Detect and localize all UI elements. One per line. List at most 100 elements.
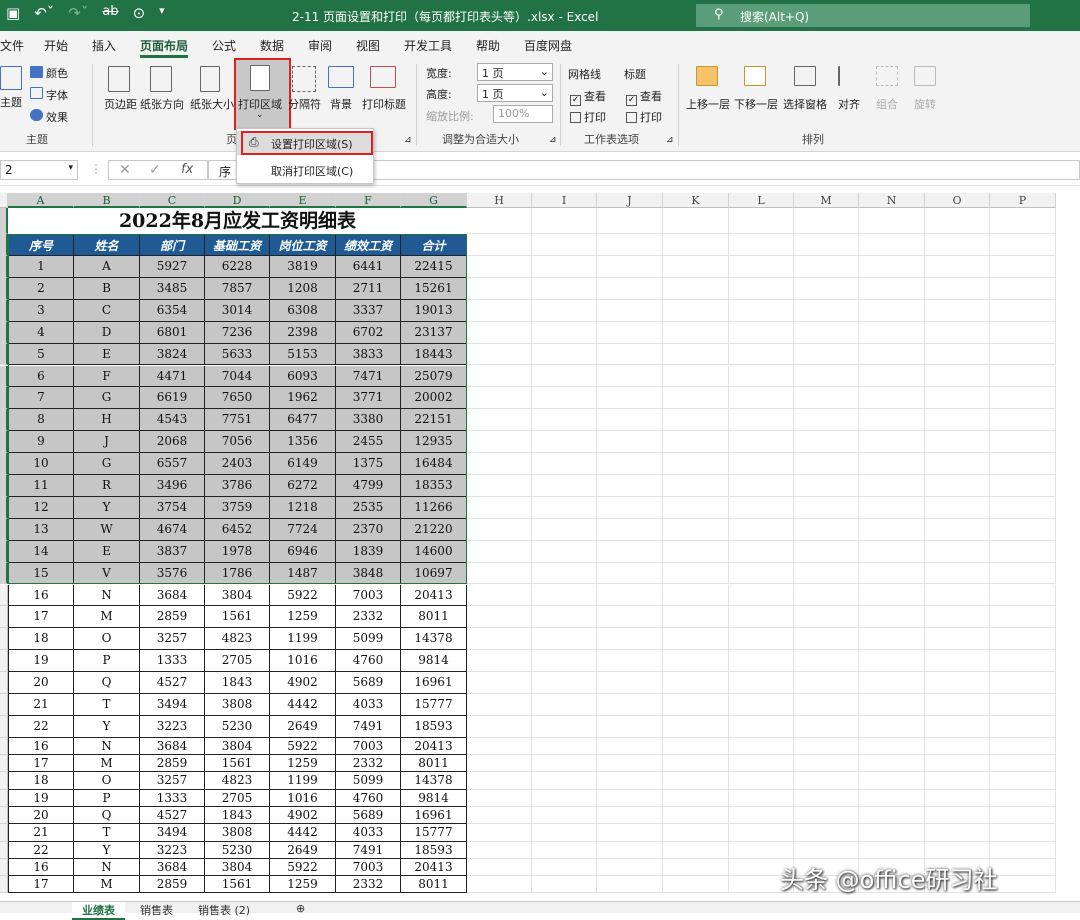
width-select[interactable]: 1 页 ⌄ [477, 63, 553, 81]
grid-cell[interactable] [532, 321, 597, 344]
table-cell[interactable]: 4033 [336, 694, 401, 716]
grid-cell[interactable] [663, 737, 729, 756]
grid-cell[interactable] [729, 628, 794, 651]
grid-cell[interactable] [925, 365, 990, 388]
column-header[interactable]: M [794, 193, 859, 208]
table-cell[interactable]: G [74, 387, 140, 410]
table-cell[interactable]: 3684 [140, 737, 205, 756]
grid-cell[interactable] [990, 321, 1056, 344]
grid-cell[interactable] [729, 650, 794, 673]
dialog-launcher-icon[interactable]: ⊿ [666, 135, 674, 145]
add-sheet-icon[interactable]: ⊕ [286, 902, 315, 915]
table-cell[interactable]: 18593 [401, 841, 467, 859]
table-cell[interactable]: 6 [8, 365, 74, 388]
table-cell[interactable]: 2455 [336, 431, 401, 454]
grid-cell[interactable] [467, 453, 532, 475]
grid-cell[interactable] [663, 755, 729, 773]
grid-cell[interactable] [532, 299, 597, 322]
table-cell[interactable]: 20413 [401, 737, 467, 756]
grid-cell[interactable] [663, 518, 729, 541]
grid-cell[interactable] [925, 518, 990, 541]
camera-icon[interactable]: ⊙ [133, 4, 146, 22]
align-button[interactable]: 对齐 [838, 96, 860, 112]
row-header[interactable] [0, 628, 8, 651]
grid-cell[interactable] [990, 672, 1056, 694]
table-cell[interactable]: 8011 [401, 876, 467, 894]
grid-cell[interactable] [532, 841, 597, 859]
table-cell[interactable]: F [74, 365, 140, 388]
table-cell[interactable]: 1259 [270, 606, 336, 629]
grid-cell[interactable] [794, 789, 859, 807]
grid-cell[interactable] [729, 475, 794, 497]
row-header[interactable] [0, 343, 8, 366]
row-header[interactable] [0, 841, 8, 859]
height-select[interactable]: 1 页 ⌄ [477, 84, 553, 102]
table-cell[interactable]: 16 [8, 858, 74, 877]
table-cell[interactable]: 2859 [140, 606, 205, 629]
grid-cell[interactable] [663, 234, 729, 256]
tab-developer[interactable]: 开发工具 [404, 37, 452, 54]
table-cell[interactable]: 22 [8, 715, 74, 738]
grid-cell[interactable] [467, 650, 532, 673]
grid-cell[interactable] [859, 277, 925, 300]
group-button[interactable]: 组合 [876, 96, 898, 112]
table-cell[interactable]: 14378 [401, 772, 467, 790]
table-cell[interactable]: 15 [8, 562, 74, 585]
table-cell[interactable]: 1356 [270, 431, 336, 454]
headings-view-checkbox[interactable]: ✓ 查看 [626, 88, 662, 106]
table-cell[interactable]: 2403 [205, 453, 270, 475]
grid-cell[interactable] [990, 858, 1056, 877]
table-cell[interactable]: P [74, 789, 140, 807]
grid-cell[interactable] [467, 672, 532, 694]
grid-cell[interactable] [663, 650, 729, 673]
grid-cell[interactable] [663, 387, 729, 410]
table-cell[interactable]: 2398 [270, 321, 336, 344]
grid-cell[interactable] [859, 755, 925, 773]
grid-cell[interactable] [990, 737, 1056, 756]
grid-cell[interactable] [597, 584, 663, 607]
worksheet-grid[interactable]: A B C D E F G H I J K L M N O P 序号 姓名 部门 基础工资 岗位工资 绩效工资 合计 1 A 59… [0, 193, 1080, 901]
grid-cell[interactable] [925, 496, 990, 519]
grid-cell[interactable] [729, 737, 794, 756]
table-cell[interactable]: 6801 [140, 321, 205, 344]
sheet-tab-sales[interactable]: 销售表 [130, 902, 183, 918]
grid-cell[interactable] [859, 409, 925, 432]
table-cell[interactable]: 7471 [336, 365, 401, 388]
grid-cell[interactable] [794, 453, 859, 475]
grid-cell[interactable] [729, 694, 794, 716]
grid-cell[interactable] [663, 824, 729, 842]
table-cell[interactable]: 20413 [401, 584, 467, 607]
table-cell[interactable]: 1962 [270, 387, 336, 410]
row-header[interactable] [0, 824, 8, 842]
grid-cell[interactable] [859, 715, 925, 738]
table-cell[interactable]: 21 [8, 694, 74, 716]
grid-cell[interactable] [663, 365, 729, 388]
table-cell[interactable]: 3 [8, 299, 74, 322]
grid-cell[interactable] [729, 496, 794, 519]
grid-cell[interactable] [859, 496, 925, 519]
grid-cell[interactable] [467, 234, 532, 256]
table-cell[interactable]: 4760 [336, 650, 401, 673]
grid-cell[interactable] [597, 562, 663, 585]
grid-cell[interactable] [532, 824, 597, 842]
table-cell[interactable]: 2705 [205, 650, 270, 673]
grid-cell[interactable] [729, 518, 794, 541]
row-header[interactable] [0, 715, 8, 738]
table-cell[interactable]: 4760 [336, 789, 401, 807]
row-header[interactable] [0, 807, 8, 825]
table-cell[interactable]: 5 [8, 343, 74, 366]
grid-cell[interactable] [597, 772, 663, 790]
table-cell[interactable]: 5689 [336, 807, 401, 825]
table-cell[interactable]: 3223 [140, 715, 205, 738]
table-cell[interactable]: 16961 [401, 672, 467, 694]
row-header[interactable] [0, 606, 8, 629]
grid-cell[interactable] [794, 737, 859, 756]
column-header[interactable]: A [8, 193, 74, 208]
column-header[interactable]: K [663, 193, 729, 208]
row-header[interactable] [0, 256, 8, 278]
grid-cell[interactable] [794, 277, 859, 300]
table-cell[interactable]: Y [74, 841, 140, 859]
grid-cell[interactable] [859, 431, 925, 454]
table-cell[interactable]: 2370 [336, 518, 401, 541]
grid-cell[interactable] [794, 387, 859, 410]
